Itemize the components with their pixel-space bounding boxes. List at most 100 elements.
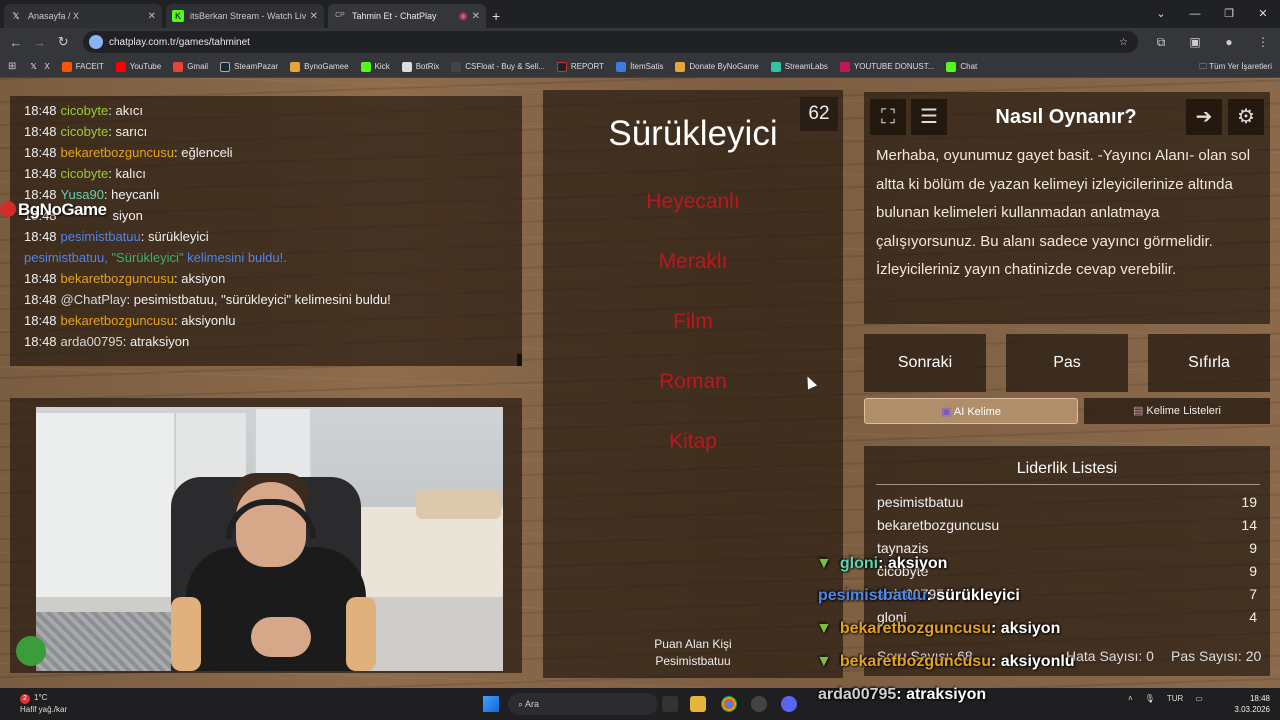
close-tab-icon[interactable]: ✕ bbox=[310, 11, 318, 22]
close-tab-icon[interactable]: ✕ bbox=[472, 11, 480, 22]
leaderboard-divider bbox=[876, 484, 1260, 485]
bookmark-kick[interactable]: Kick bbox=[360, 61, 390, 72]
close-tab-icon[interactable]: ✕ bbox=[148, 11, 156, 22]
language-indicator[interactable]: TUR bbox=[1167, 694, 1183, 703]
bookmark-bynogamee[interactable]: BynoGamee bbox=[290, 61, 349, 72]
chat-username: cicobyte bbox=[60, 103, 109, 118]
folder-icon: 🗀 bbox=[1199, 62, 1210, 71]
gem-badge-icon: ▼ bbox=[816, 555, 832, 572]
next-button[interactable]: Sonraki bbox=[864, 334, 986, 392]
sidebar-icon[interactable]: ▣ bbox=[1178, 35, 1212, 50]
chrome-icon[interactable] bbox=[721, 696, 737, 712]
chat-line: 18:48 cicobyte: sarıcı bbox=[24, 124, 148, 139]
leaderboard-title: Liderlik Listesi bbox=[1016, 460, 1118, 477]
chat-line: 18:48 bekaretbozguncusu: aksiyonlu bbox=[24, 313, 236, 328]
leaderboard-row: bekaretbozguncusu 14 bbox=[877, 517, 1257, 533]
bookmark-chat[interactable]: Chat bbox=[946, 61, 977, 72]
menu-icon[interactable]: ⋮ bbox=[1246, 35, 1280, 50]
faceit-icon bbox=[61, 61, 72, 72]
address-bar: ← → ↻ chatplay.com.tr/games/tahminet ☆ ⧉… bbox=[0, 28, 1280, 56]
obs-icon[interactable] bbox=[751, 696, 767, 712]
new-tab-button[interactable]: + bbox=[492, 4, 500, 28]
chevron-up-icon[interactable]: ˄ bbox=[1128, 694, 1133, 703]
youtube-icon bbox=[115, 61, 126, 72]
network-icon[interactable]: ▭ bbox=[1195, 694, 1203, 703]
report-icon bbox=[556, 61, 567, 72]
bookmark-gmail[interactable]: Gmail bbox=[173, 61, 208, 72]
minimize-icon[interactable]: — bbox=[1178, 0, 1212, 28]
tab-x[interactable]: 𝕏 Anasayfa / X ✕ bbox=[4, 4, 162, 28]
taboo-word: Meraklı bbox=[658, 250, 728, 273]
bookmark-steampazar[interactable]: SteamPazar bbox=[220, 61, 278, 72]
taskbar-search[interactable]: ⌕ Ara bbox=[508, 693, 658, 715]
tab-ai-word[interactable]: ▣ AI Kelime bbox=[864, 398, 1078, 424]
bynogame-logo-icon bbox=[0, 201, 16, 217]
tab-chatplay[interactable]: CP Tahmin Et - ChatPlay ◉ ✕ bbox=[328, 4, 486, 28]
bookmark-youtube-donust[interactable]: YOUTUBE DONUST... bbox=[839, 61, 934, 72]
tab-label: Tahmin Et - ChatPlay bbox=[352, 11, 437, 21]
chat-line: 18:48 bekaretbozguncusu: eğlenceli bbox=[24, 145, 233, 160]
dropdown-icon[interactable]: ⌄ bbox=[1144, 0, 1178, 28]
discord-icon[interactable] bbox=[781, 696, 797, 712]
tab-word-lists[interactable]: ▤ Kelime Listeleri bbox=[1084, 398, 1270, 424]
chat-widget-button[interactable] bbox=[16, 636, 46, 666]
site-info-icon[interactable] bbox=[88, 35, 103, 49]
bookmark-star-icon[interactable]: ☆ bbox=[1119, 37, 1128, 48]
bynogame-icon bbox=[675, 61, 686, 72]
exit-icon[interactable]: ➔ bbox=[1186, 99, 1222, 135]
url-input[interactable]: chatplay.com.tr/games/tahminet ☆ bbox=[82, 31, 1138, 53]
notes-icon[interactable]: ☰ bbox=[911, 99, 947, 135]
bookmark-youtube[interactable]: YouTube bbox=[115, 61, 161, 72]
bookmark-report[interactable]: REPORT bbox=[556, 61, 604, 72]
bookmark-donate[interactable]: Donate ByNoGame bbox=[675, 61, 759, 72]
bookmark-streamlabs[interactable]: StreamLabs bbox=[770, 61, 828, 72]
pass-button[interactable]: Pas bbox=[1006, 334, 1128, 392]
forward-icon[interactable]: → bbox=[28, 35, 52, 50]
fullscreen-icon[interactable]: ⛶ bbox=[870, 99, 906, 135]
taboo-word: Heyecanlı bbox=[646, 190, 740, 213]
leaderboard-row: taynazis 9 bbox=[877, 540, 1257, 556]
gear-icon[interactable]: ⚙ bbox=[1228, 99, 1264, 135]
bookmarks-bar: ⊞ 𝕏X FACEIT YouTube Gmail SteamPazar Byn… bbox=[0, 56, 1280, 78]
window-controls: ⌄ — ❐ ✕ bbox=[1144, 0, 1280, 28]
profile-avatar[interactable]: ● bbox=[1212, 35, 1246, 50]
all-bookmarks-folder[interactable]: 🗀 Tüm Yer İşaretleri bbox=[1199, 61, 1272, 75]
notification-badge: 2 bbox=[20, 694, 30, 704]
chat-scrollbar[interactable] bbox=[517, 354, 522, 366]
bookmark-faceit[interactable]: FACEIT bbox=[61, 61, 104, 72]
extensions-icon[interactable]: ⧉ bbox=[1144, 35, 1178, 50]
maximize-icon[interactable]: ❐ bbox=[1212, 0, 1246, 28]
how-to-play-title: Nasıl Oynanır? bbox=[995, 106, 1137, 128]
pass-count: Pas Sayısı: 20 bbox=[1171, 648, 1262, 664]
reset-button[interactable]: Sıfırla bbox=[1148, 334, 1270, 392]
microphone-icon[interactable]: 🎙 bbox=[1145, 694, 1155, 703]
chat-username: cicobyte bbox=[60, 166, 109, 181]
weather-widget[interactable]: 2 1°C Hafif yağ./kar bbox=[20, 692, 67, 715]
browser-tab-bar: 𝕏 Anasayfa / X ✕ K itsBerkan Stream - Wa… bbox=[0, 0, 1280, 28]
points-user: Pesimistbatuu bbox=[655, 654, 731, 668]
chat-line: 18:48 cicobyte: kalıcı bbox=[24, 166, 146, 181]
stream-chat-panel: 18:48 cicobyte: akıcı 18:48 cicobyte: sarı… bbox=[10, 96, 522, 366]
list-icon: ▤ bbox=[1132, 405, 1147, 417]
reload-icon[interactable]: ↻ bbox=[51, 34, 75, 50]
tab-label: itsBerkan Stream - Watch Live o bbox=[190, 11, 306, 21]
kick-icon bbox=[946, 61, 957, 72]
steam-icon bbox=[220, 61, 231, 72]
start-button[interactable] bbox=[483, 696, 499, 712]
overlay-chat-line: ▼ gloni: aksiyon bbox=[816, 555, 948, 572]
botrix-icon bbox=[401, 61, 412, 72]
bookmark-itemsatis[interactable]: İtemSatis bbox=[616, 61, 663, 72]
robot-icon: ▣ bbox=[941, 406, 954, 418]
task-view-icon[interactable] bbox=[662, 696, 678, 712]
bookmark-csfloat[interactable]: CSFloat - Buy & Sell... bbox=[451, 61, 545, 72]
back-icon[interactable]: ← bbox=[4, 35, 28, 50]
apps-grid-icon[interactable]: ⊞ bbox=[8, 61, 16, 72]
file-explorer-icon[interactable] bbox=[690, 696, 706, 712]
bookmark-botrix[interactable]: BotRix bbox=[401, 61, 439, 72]
kick-icon: K bbox=[172, 10, 184, 22]
system-clock[interactable]: 18:48 3.03.2026 bbox=[1234, 693, 1270, 715]
close-icon[interactable]: ✕ bbox=[1246, 0, 1280, 28]
how-to-play-text: Merhaba, oyunumuz gayet basit. -Yayıncı … bbox=[876, 147, 1251, 278]
bookmark-x[interactable]: 𝕏X bbox=[30, 62, 49, 72]
tab-kick-stream[interactable]: K itsBerkan Stream - Watch Live o ✕ bbox=[166, 4, 324, 28]
